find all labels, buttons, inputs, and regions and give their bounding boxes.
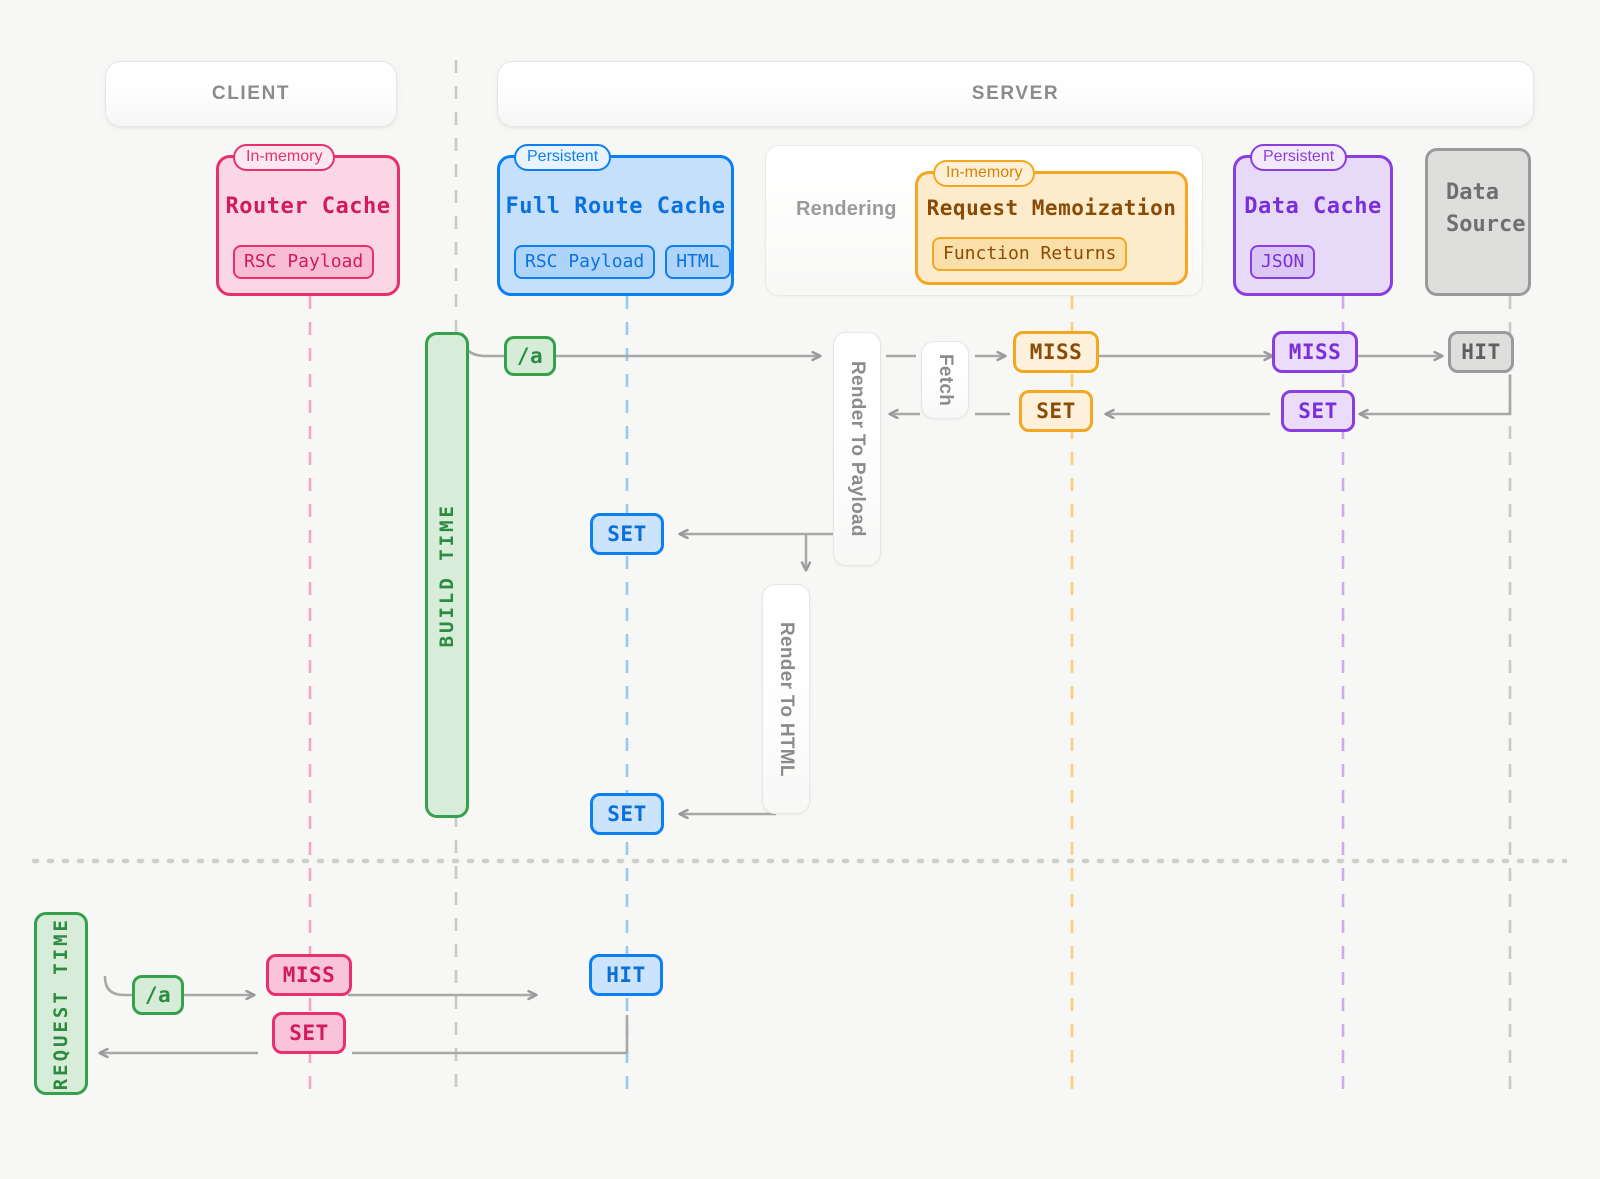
badge-label-full-route-hit: HIT [606, 963, 645, 987]
zone-label-client: CLIENT [212, 83, 290, 105]
card-title-full-route-cache: Full Route Cache [500, 194, 731, 219]
badge-label-full-route-set-payload: SET [607, 522, 646, 546]
badge-label-full-route-set-html: SET [607, 802, 646, 826]
badge-memoization-set[interactable]: SET [1019, 390, 1093, 432]
badge-label-memoization-miss: MISS [1030, 340, 1083, 364]
card-data-source[interactable]: Data Source [1425, 148, 1531, 296]
phase-bar-request-time: REQUEST TIME [34, 912, 88, 1095]
process-render-to-html: Render To HTML [762, 584, 810, 814]
chiprow-full-route-cache: RSC Payload HTML [514, 245, 717, 279]
badge-request-memoization-persistence: In-memory [933, 160, 1035, 187]
process-render-to-payload: Render To Payload [833, 332, 881, 566]
chip-rsc-payload: RSC Payload [514, 245, 655, 279]
badge-label-router-cache-set: SET [289, 1021, 328, 1045]
badge-label-data-cache-miss: MISS [1289, 340, 1342, 364]
phase-label-request-time: REQUEST TIME [50, 917, 72, 1090]
badge-label-memoization-set: SET [1036, 399, 1075, 423]
badge-build-route[interactable]: /a [504, 336, 556, 376]
card-title-data-source: Data Source [1446, 177, 1518, 241]
badge-router-cache-persistence: In-memory [233, 144, 335, 171]
badge-label-data-cache-set: SET [1298, 399, 1337, 423]
badge-router-cache-set[interactable]: SET [272, 1012, 346, 1054]
phase-bar-build-time: BUILD TIME [425, 332, 469, 818]
badge-label-router-cache-miss: MISS [283, 963, 336, 987]
badge-full-route-cache-persistence: Persistent [514, 144, 611, 171]
chip-rsc-payload: RSC Payload [233, 245, 374, 279]
chiprow-data-cache: JSON [1250, 245, 1376, 279]
chip-json: JSON [1250, 245, 1315, 279]
diagram-canvas: CLIENT SERVER In-memory Router Cache RSC… [0, 0, 1600, 1179]
chip-function-returns: Function Returns [932, 237, 1127, 271]
badge-label-request-route: /a [145, 983, 171, 1007]
badge-request-route[interactable]: /a [132, 975, 184, 1015]
badge-router-cache-miss[interactable]: MISS [266, 954, 352, 996]
card-data-cache[interactable]: Persistent Data Cache JSON [1233, 155, 1393, 296]
process-label-fetch: Fetch [934, 354, 956, 406]
chiprow-router-cache: RSC Payload [233, 245, 383, 279]
card-router-cache[interactable]: In-memory Router Cache RSC Payload [216, 155, 400, 296]
chiprow-request-memoization: Function Returns [932, 237, 1171, 271]
badge-memoization-miss[interactable]: MISS [1013, 331, 1099, 373]
badge-data-cache-set[interactable]: SET [1281, 390, 1355, 432]
process-fetch: Fetch [921, 341, 969, 419]
card-title-data-cache: Data Cache [1236, 194, 1390, 219]
badge-full-route-set-html[interactable]: SET [590, 793, 664, 835]
process-label-render-to-payload: Render To Payload [846, 361, 868, 537]
zone-header-client: CLIENT [105, 61, 397, 127]
chip-html: HTML [665, 245, 730, 279]
badge-label-build-route: /a [517, 344, 543, 368]
badge-data-source-hit[interactable]: HIT [1448, 331, 1514, 373]
badge-data-cache-persistence: Persistent [1250, 144, 1347, 171]
card-full-route-cache[interactable]: Persistent Full Route Cache RSC Payload … [497, 155, 734, 296]
zone-label-server: SERVER [972, 83, 1059, 105]
card-request-memoization[interactable]: In-memory Request Memoization Function R… [915, 171, 1188, 285]
phase-label-build-time: BUILD TIME [436, 503, 458, 647]
badge-label-data-source-hit: HIT [1461, 340, 1500, 364]
badge-full-route-hit[interactable]: HIT [589, 954, 663, 996]
badge-full-route-set-payload[interactable]: SET [590, 513, 664, 555]
zone-header-server: SERVER [497, 61, 1534, 127]
rendering-label: Rendering [796, 198, 897, 221]
process-label-render-to-html: Render To HTML [775, 622, 797, 777]
card-title-router-cache: Router Cache [219, 194, 397, 219]
badge-data-cache-miss[interactable]: MISS [1272, 331, 1358, 373]
card-title-request-memoization: Request Memoization [918, 196, 1185, 220]
